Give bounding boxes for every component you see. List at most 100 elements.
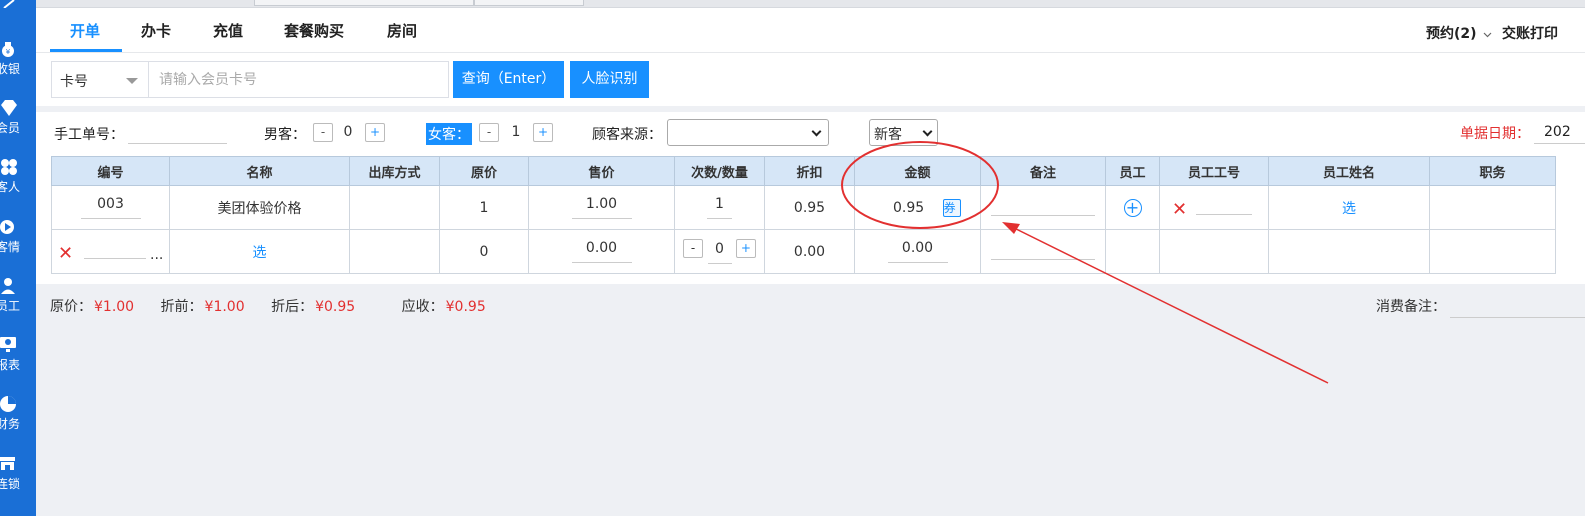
top-tab-strip [36, 0, 1585, 8]
stock-method-cell [349, 229, 440, 274]
male-count[interactable]: 0 [338, 124, 358, 140]
tab-open-order[interactable]: 开单 [70, 20, 100, 41]
sidebar-item-staff[interactable]: 员工 [0, 277, 36, 333]
remark-cell[interactable] [980, 229, 1106, 274]
sale-price-cell[interactable]: 1.00 [528, 185, 675, 230]
date-input-underline [1534, 124, 1585, 144]
play-circle-icon [0, 220, 14, 234]
consumption-note-label: 消费备注： [1376, 299, 1446, 315]
coupon-button[interactable]: 券 [942, 198, 961, 217]
order-items-section: 编号 名称 出库方式 原价 售价 次数/数量 折扣 金额 备注 员工 员工工号 … [36, 156, 1585, 284]
amount-value: 0.00 [887, 240, 948, 263]
position-cell [1429, 229, 1556, 274]
manual-no-label: 手工单号： [54, 127, 124, 143]
column-header: 员工工号 [1159, 156, 1269, 186]
item-code-input[interactable] [83, 239, 146, 259]
staff-no-cell: ✕ [1159, 185, 1269, 230]
male-minus-button[interactable]: - [313, 123, 333, 142]
diamond-icon [1, 100, 17, 116]
search-type-value: 卡号 [60, 74, 88, 90]
staff-no-input[interactable] [1195, 195, 1252, 215]
sidebar-item-chain[interactable]: 连锁 [0, 455, 36, 511]
staff-add-cell: + [1105, 185, 1160, 230]
table-header-row: 编号 名称 出库方式 原价 售价 次数/数量 折扣 金额 备注 员工 员工工号 … [51, 156, 1556, 186]
sidebar-item-member[interactable]: 会员 [0, 99, 36, 155]
quantity: 1 [707, 196, 732, 219]
column-header: 原价 [439, 156, 529, 186]
member-search-bar: 卡号 查询（Enter） 人脸识别 [36, 53, 1585, 106]
female-count[interactable]: 1 [506, 124, 526, 140]
receivable-value: ¥0.95 [445, 299, 486, 315]
column-header: 出库方式 [349, 156, 440, 186]
customer-type-select[interactable]: 新客 [869, 119, 938, 146]
remark-input [991, 196, 1095, 216]
sidebar-item-label: 报表 [0, 358, 21, 372]
quantity-plus-button[interactable]: + [735, 239, 756, 259]
item-code-cell: ✕ ... [51, 229, 170, 274]
staff-name-cell: 选 [1268, 185, 1430, 230]
original-price-cell: 1 [439, 185, 529, 230]
search-type-select[interactable]: 卡号 [51, 61, 149, 98]
sidebar-item-cashier[interactable]: ¥ 收银 [0, 40, 36, 96]
column-header: 售价 [528, 156, 675, 186]
quantity-minus-button[interactable]: - [683, 239, 704, 259]
card-number-input[interactable] [149, 61, 449, 98]
tab-recharge[interactable]: 充值 [213, 20, 243, 41]
column-header: 名称 [169, 156, 350, 186]
choose-item-link[interactable]: 选 [253, 245, 267, 261]
chevron-down-icon [922, 126, 933, 137]
quantity[interactable]: 0 [707, 241, 732, 264]
staff-add-cell [1105, 229, 1160, 274]
consumption-note-input[interactable] [1450, 298, 1585, 318]
page-tab-stub[interactable] [254, 0, 474, 6]
female-minus-button[interactable]: - [479, 123, 499, 142]
manual-no-input[interactable] [128, 124, 227, 144]
reservation-menu[interactable]: 预约(2) [1426, 23, 1492, 43]
add-staff-icon[interactable]: + [1123, 198, 1142, 217]
column-header: 编号 [51, 156, 170, 186]
tab-room[interactable]: 房间 [387, 20, 417, 41]
remark-cell[interactable] [980, 185, 1106, 230]
table-row: 003 美团体验价格 1 1.00 1 0.95 0.95 券 + ✕ 选 [51, 185, 1556, 230]
page-tab-stub[interactable] [474, 0, 584, 6]
edit-icon[interactable] [0, 0, 20, 8]
remove-row-icon[interactable]: ✕ [58, 243, 73, 264]
sidebar-item-report[interactable]: 报表 [0, 336, 36, 392]
sidebar-item-label: 客人 [0, 180, 21, 194]
after-discount-value: ¥0.95 [315, 299, 356, 315]
quantity-cell[interactable]: 1 [674, 185, 765, 230]
sidebar-item-guest-relation[interactable]: 客情 [0, 218, 36, 274]
sale-price: 0.00 [571, 240, 632, 263]
sidebar-item-label: 收银 [0, 62, 21, 76]
print-button[interactable]: 交账打印 [1502, 23, 1558, 43]
customer-type-value: 新客 [874, 127, 902, 143]
remove-staff-icon[interactable]: ✕ [1172, 199, 1187, 220]
amount-cell[interactable]: 0.00 [854, 229, 981, 274]
tab-package[interactable]: 套餐购买 [284, 20, 344, 41]
quantity-cell: - 0 + [674, 229, 765, 274]
more-button[interactable]: ... [150, 247, 163, 263]
discount-cell: 0.00 [764, 229, 855, 274]
customer-source-select[interactable] [667, 119, 829, 146]
face-recognition-button[interactable]: 人脸识别 [570, 61, 649, 98]
female-plus-button[interactable]: + [533, 123, 553, 142]
sidebar-item-label: 客情 [0, 240, 21, 254]
order-summary: 原价： ¥1.00 折前： ¥1.00 折后： ¥0.95 应收： ¥0.95 [50, 296, 486, 316]
sidebar-item-label: 财务 [0, 417, 21, 431]
item-code-cell[interactable]: 003 [51, 185, 170, 230]
sidebar-item-finance[interactable]: 财务 [0, 395, 36, 451]
sale-price-cell[interactable]: 0.00 [528, 229, 675, 274]
remark-input [991, 240, 1095, 260]
original-total-value: ¥1.00 [94, 299, 135, 315]
female-label: 女客： [426, 123, 472, 145]
male-plus-button[interactable]: + [365, 123, 385, 142]
column-header: 员工姓名 [1268, 156, 1430, 186]
tab-card[interactable]: 办卡 [141, 20, 171, 41]
column-header: 次数/数量 [674, 156, 765, 186]
choose-staff-link[interactable]: 选 [1342, 201, 1356, 217]
query-button[interactable]: 查询（Enter） [453, 61, 564, 98]
column-header: 员工 [1105, 156, 1160, 186]
discount-cell: 0.95 [764, 185, 855, 230]
sidebar-item-guest[interactable]: 客人 [0, 158, 36, 214]
before-discount-value: ¥1.00 [204, 299, 245, 315]
